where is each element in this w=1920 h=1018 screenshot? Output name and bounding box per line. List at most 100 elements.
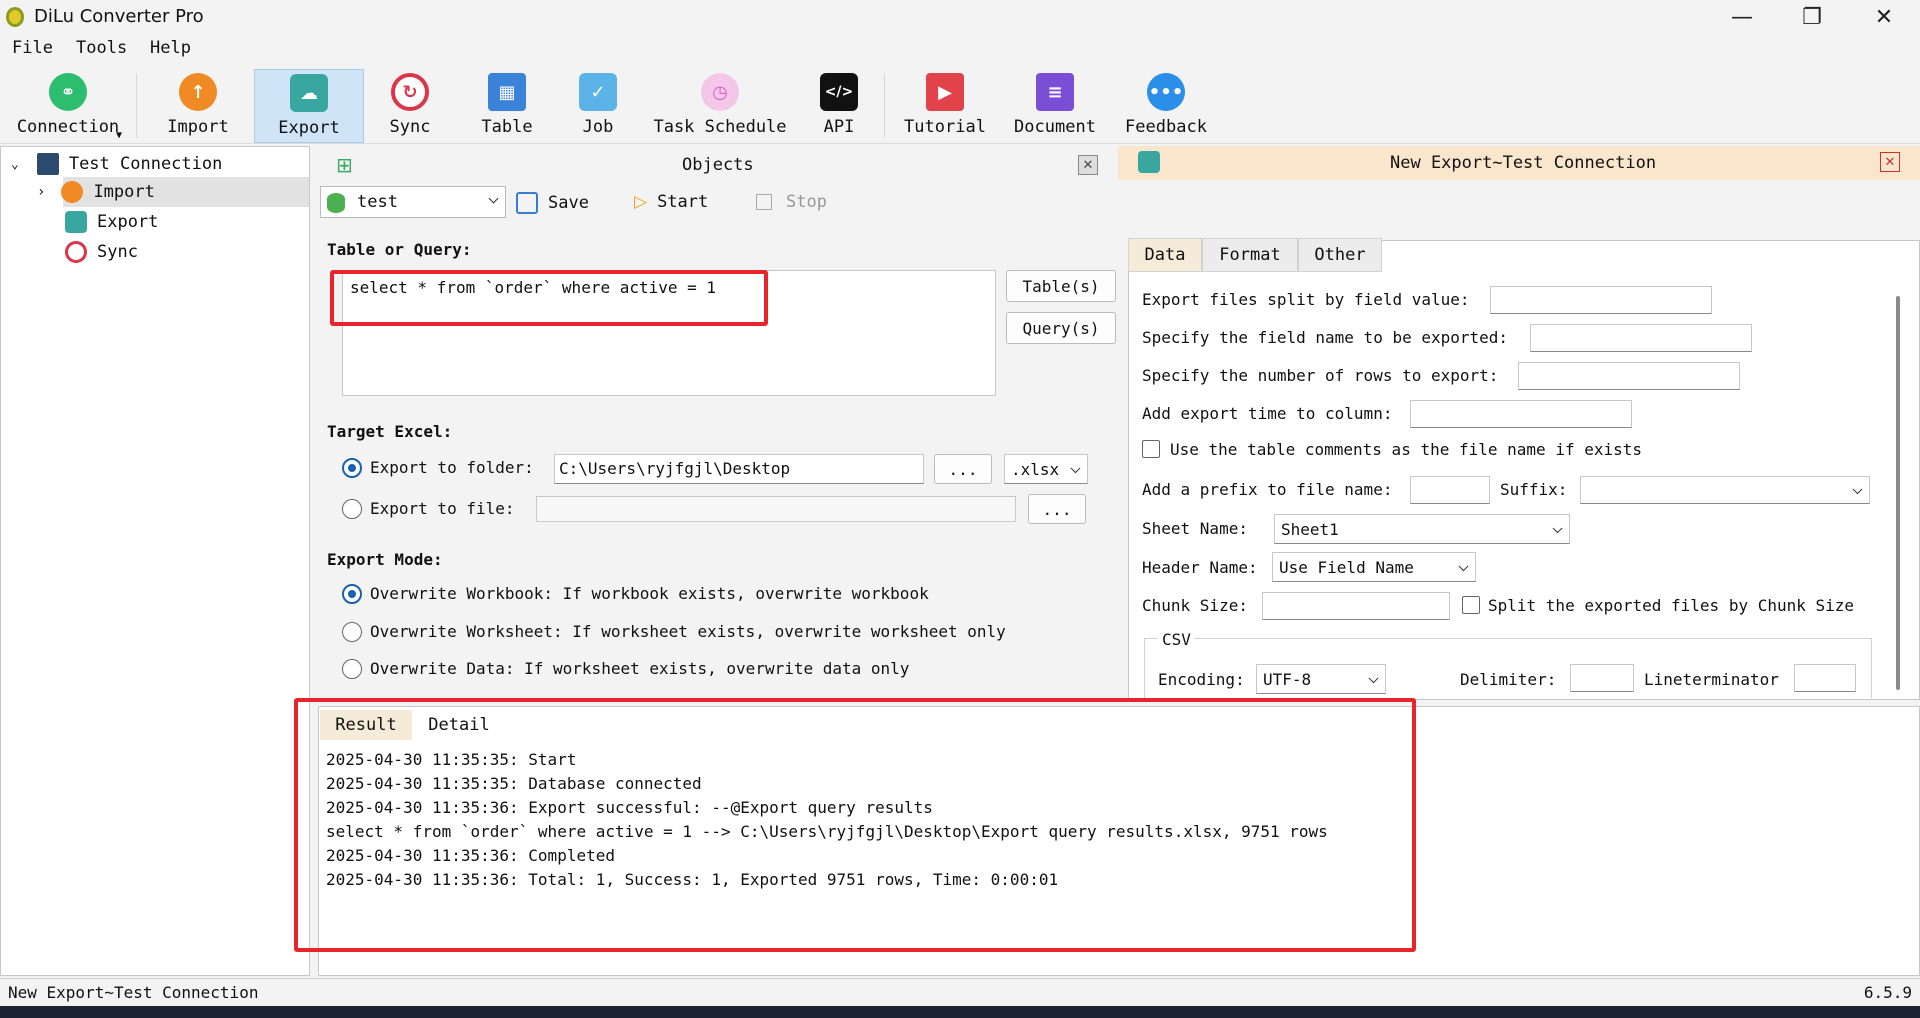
overwrite-workbook-radio[interactable] — [342, 584, 362, 604]
toolbar-table-button[interactable]: ▦ Table — [460, 69, 554, 143]
csv-group — [1144, 638, 1872, 698]
extension-value: .xlsx — [1011, 459, 1060, 479]
overwrite-workbook-label: Overwrite Workbook: If workbook exists, … — [370, 584, 929, 603]
tree-item-export[interactable]: Export — [65, 207, 158, 237]
chevron-down-icon — [1552, 523, 1563, 534]
num-rows-input[interactable] — [1518, 362, 1740, 390]
export-time-label: Add export time to column: — [1142, 404, 1393, 423]
delimiter-input[interactable] — [1570, 664, 1634, 692]
toolbar-export-button[interactable]: ☁ Export — [254, 69, 364, 143]
encoding-select[interactable]: UTF-8 — [1256, 664, 1386, 694]
chevron-down-icon — [1458, 561, 1469, 572]
header-name-select[interactable]: Use Field Name — [1272, 552, 1476, 582]
browse-file-button[interactable]: ... — [1028, 494, 1086, 524]
tab-other[interactable]: Other — [1298, 238, 1382, 272]
export-to-folder-radio[interactable] — [342, 458, 362, 478]
maximize-button[interactable]: ❐ — [1776, 0, 1848, 34]
menu-help[interactable]: Help — [150, 38, 191, 58]
tree-root-test-connection[interactable]: ⌄ Test Connection — [11, 149, 222, 179]
export-to-file-radio[interactable] — [342, 499, 362, 519]
chunk-size-input[interactable] — [1262, 592, 1450, 620]
file-path-input[interactable] — [536, 496, 1016, 522]
options-scrollbar[interactable] — [1896, 296, 1900, 690]
lineterminator-input[interactable] — [1794, 664, 1856, 692]
grid-icon: ⊞ — [336, 153, 353, 177]
stop-button[interactable]: Stop — [756, 192, 827, 212]
database-select[interactable]: test — [320, 186, 506, 218]
suffix-select[interactable] — [1580, 476, 1870, 504]
cloud-export-icon — [65, 211, 87, 233]
toolbar-label: Sync — [389, 117, 431, 137]
os-taskbar — [0, 1006, 1920, 1018]
chevron-down-icon — [1368, 673, 1379, 684]
csv-group-label: CSV — [1158, 630, 1195, 649]
toolbar-label: Job — [582, 117, 614, 137]
target-excel-label: Target Excel: — [327, 422, 453, 441]
encoding-value: UTF-8 — [1263, 669, 1312, 689]
queries-button[interactable]: Query(s) — [1006, 312, 1116, 344]
window-title: DiLu Converter Pro — [34, 6, 204, 27]
chevron-right-icon[interactable]: › — [37, 184, 45, 200]
field-names-label: Specify the field name to be exported: — [1142, 328, 1509, 347]
book-icon: ▶ — [926, 73, 964, 111]
close-objects-panel-button[interactable]: ✕ — [1078, 155, 1098, 175]
close-export-tab-button[interactable]: ✕ — [1880, 152, 1900, 172]
header-name-label: Header Name: — [1142, 558, 1258, 577]
use-comments-label: Use the table comments as the file name … — [1170, 440, 1643, 459]
split-chunk-checkbox[interactable] — [1462, 596, 1480, 614]
prefix-input[interactable] — [1410, 476, 1490, 504]
split-by-field-input[interactable] — [1490, 286, 1712, 314]
table-icon: ▦ — [488, 73, 526, 111]
export-time-input[interactable] — [1410, 400, 1632, 428]
play-icon: ▷ — [634, 192, 648, 212]
toolbar-document-button[interactable]: ≡ Document — [1004, 69, 1106, 143]
chevron-down-icon — [1070, 463, 1081, 474]
toolbar-api-button[interactable]: </> API — [800, 69, 878, 143]
encoding-label: Encoding: — [1158, 670, 1245, 689]
toolbar-job-button[interactable]: ✓ Job — [556, 69, 640, 143]
menu-bar: File Tools Help — [0, 36, 1920, 64]
start-label: Start — [657, 192, 709, 212]
browse-folder-button[interactable]: ... — [934, 454, 992, 484]
overwrite-data-label: Overwrite Data: If worksheet exists, ove… — [370, 659, 910, 678]
toolbar-task-schedule-button[interactable]: ◷ Task Schedule — [650, 69, 790, 143]
start-button[interactable]: ▷ Start — [634, 192, 708, 212]
sheet-name-select[interactable]: Sheet1 — [1274, 514, 1570, 544]
minimize-button[interactable]: — — [1706, 0, 1778, 34]
overwrite-data-radio[interactable] — [342, 659, 362, 679]
tab-format[interactable]: Format — [1202, 238, 1298, 272]
export-mode-label: Export Mode: — [327, 550, 443, 569]
toolbar-connection-button[interactable]: ⚭ Connection ▼ — [10, 69, 126, 143]
status-text: New Export~Test Connection — [8, 983, 259, 1002]
chevron-down-icon: ⌄ — [11, 156, 19, 172]
tree-item-sync[interactable]: Sync — [65, 237, 138, 267]
sync-icon: ↻ — [391, 73, 429, 111]
delimiter-label: Delimiter: — [1460, 670, 1557, 689]
chevron-down-icon: ▼ — [115, 130, 122, 141]
objects-panel-title: Objects — [682, 155, 754, 175]
menu-tools[interactable]: Tools — [76, 38, 127, 58]
save-button[interactable]: Save — [516, 192, 589, 214]
menu-file[interactable]: File — [12, 38, 53, 58]
extension-select[interactable]: .xlsx — [1004, 454, 1088, 484]
overwrite-worksheet-radio[interactable] — [342, 622, 362, 642]
toolbar-label: Import — [167, 117, 229, 137]
stop-icon — [756, 194, 772, 210]
folder-path-input[interactable]: C:\Users\ryjfgjl\Desktop — [554, 454, 924, 484]
stop-label: Stop — [786, 192, 827, 212]
tree-item-import[interactable]: › Import — [37, 177, 309, 207]
toolbar-separator — [136, 74, 137, 138]
tree-item-label: Export — [97, 212, 159, 232]
use-comments-checkbox[interactable] — [1142, 440, 1160, 458]
toolbar-sync-button[interactable]: ↻ Sync — [364, 69, 456, 143]
title-bar — [0, 0, 1920, 34]
toolbar-import-button[interactable]: ↑ Import — [146, 69, 250, 143]
toolbar-tutorial-button[interactable]: ▶ Tutorial — [894, 69, 996, 143]
toolbar-feedback-button[interactable]: ••• Feedback — [1114, 69, 1218, 143]
tables-button[interactable]: Table(s) — [1006, 270, 1116, 302]
close-window-button[interactable]: ✕ — [1848, 0, 1920, 34]
toolbar-separator — [884, 74, 885, 138]
tab-data[interactable]: Data — [1128, 238, 1202, 272]
field-names-input[interactable] — [1530, 324, 1752, 352]
toolbar-label: Table — [481, 117, 533, 137]
